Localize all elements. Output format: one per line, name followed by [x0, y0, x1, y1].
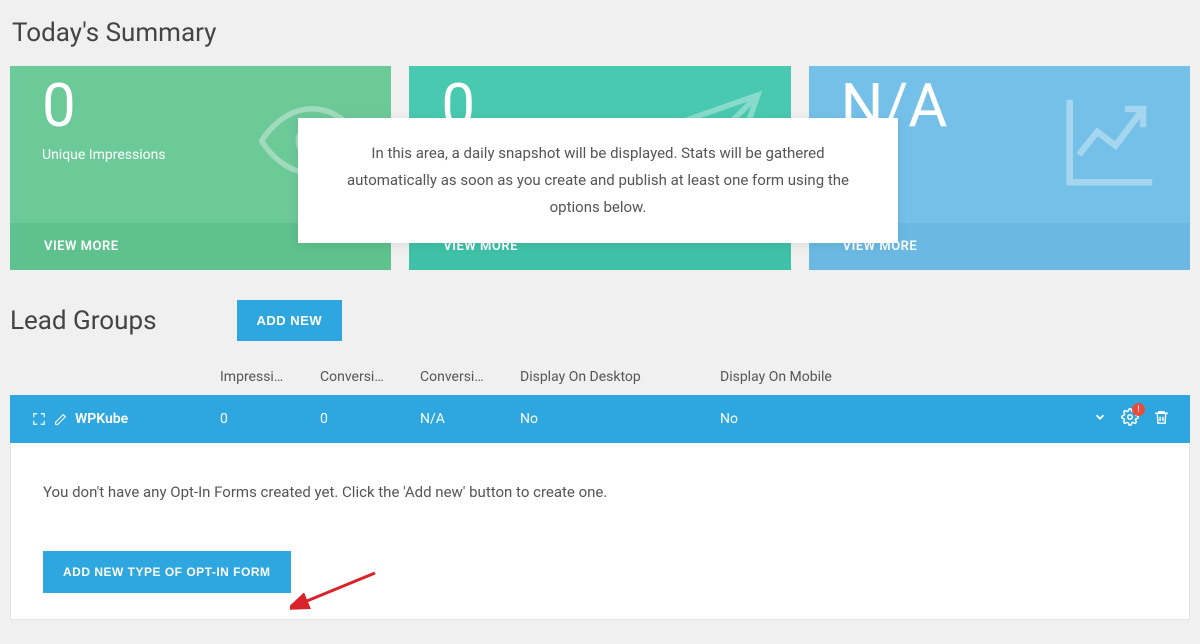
table-row[interactable]: WPKube 0 0 N/A No No !: [10, 395, 1190, 443]
add-optin-form-button[interactable]: ADD NEW TYPE OF OPT-IN FORM: [43, 551, 291, 593]
chevron-down-icon[interactable]: [1093, 410, 1107, 428]
leadgroups-table: Impressi… Conversi… Conversi… Display On…: [10, 359, 1190, 620]
col-impressions: Impressi…: [220, 369, 320, 385]
add-new-button[interactable]: ADD NEW: [237, 300, 343, 341]
empty-message: You don't have any Opt-In Forms created …: [43, 483, 1157, 501]
col-mobile: Display On Mobile: [720, 369, 960, 385]
cell-conversions: 0: [320, 411, 420, 427]
annotation-arrow: [290, 565, 380, 619]
trash-icon[interactable]: [1153, 409, 1170, 430]
col-conversions: Conversi…: [320, 369, 420, 385]
cell-impressions: 0: [220, 411, 320, 427]
summary-tooltip: In this area, a daily snapshot will be d…: [298, 118, 898, 243]
alert-badge: !: [1132, 403, 1145, 416]
edit-icon[interactable]: [54, 413, 67, 426]
empty-panel: You don't have any Opt-In Forms created …: [10, 443, 1190, 620]
cell-mobile: No: [720, 411, 960, 427]
settings-button[interactable]: !: [1121, 408, 1139, 430]
cell-desktop: No: [520, 411, 720, 427]
cell-rate: N/A: [420, 411, 520, 427]
page-title: Today's Summary: [12, 18, 1190, 48]
group-name: WPKube: [75, 411, 128, 427]
chart-icon: [1056, 86, 1166, 200]
col-desktop: Display On Desktop: [520, 369, 720, 385]
table-header: Impressi… Conversi… Conversi… Display On…: [10, 359, 1190, 395]
expand-icon[interactable]: [32, 412, 46, 426]
col-conversion-rate: Conversi…: [420, 369, 520, 385]
leadgroups-title: Lead Groups: [10, 306, 157, 336]
